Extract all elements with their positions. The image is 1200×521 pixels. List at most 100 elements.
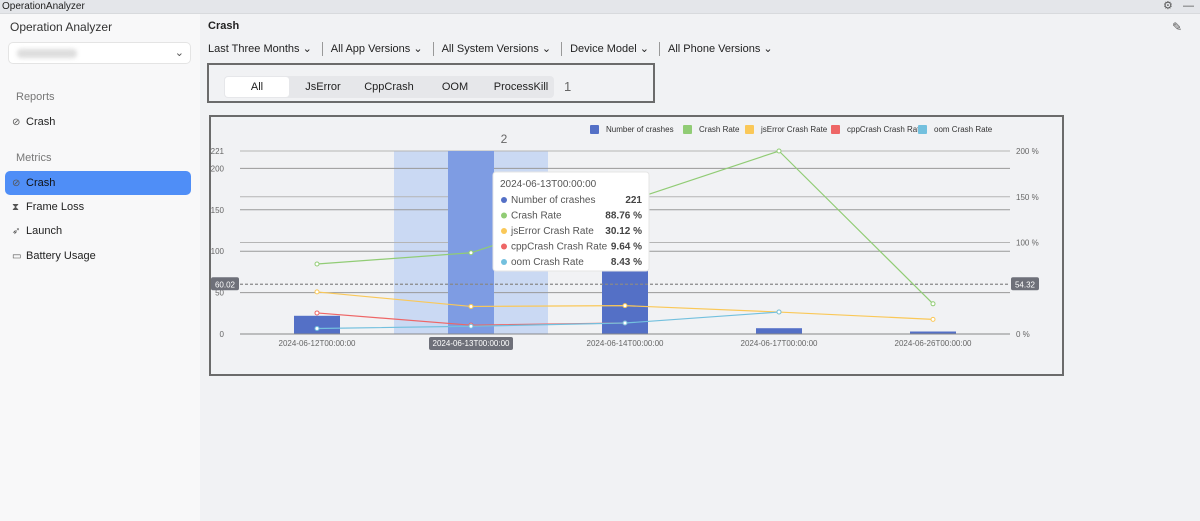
tab-cppcrash[interactable]: CppCrash (357, 77, 421, 97)
data-point (468, 323, 474, 329)
app-title: Operation Analyzer (10, 20, 113, 34)
data-point (930, 301, 936, 307)
minimize-icon[interactable]: — (1183, 0, 1194, 13)
data-point (776, 309, 782, 315)
mark-label-right: 54.32 (1015, 280, 1036, 289)
y-left-tick-label: 0 (220, 330, 225, 339)
main-content: Crash ✎ Last Three Months ⌄ All App Vers… (200, 14, 1188, 521)
sidebar-item-label: Battery Usage (26, 250, 96, 262)
sidebar-item-label: Frame Loss (26, 201, 85, 213)
title-bar: OperationAnalyzer ⚙ — (0, 0, 1200, 14)
data-point (314, 310, 320, 316)
tooltip-series-name: cppCrash Crash Rate (511, 242, 608, 253)
hourglass-icon: ⧗ (12, 202, 20, 213)
tab-oom[interactable]: OOM (423, 77, 487, 97)
legend-swatch (918, 125, 927, 134)
sidebar-item-crash[interactable]: ⊘ Crash (5, 171, 191, 195)
data-point (776, 148, 782, 154)
tooltip-marker (501, 212, 507, 219)
battery-icon: ▭ (12, 251, 22, 262)
page-title: Crash (208, 20, 240, 32)
legend-item: cppCrash Crash Rate (847, 125, 924, 134)
sidebar-item-launch[interactable]: ➶ Launch (5, 219, 191, 243)
tab-processkill[interactable]: ProcessKill (489, 77, 553, 97)
sidebar-item-frame-loss[interactable]: ⧗ Frame Loss (5, 195, 191, 219)
data-point (622, 303, 628, 309)
sidebar-item-label: Launch (26, 225, 63, 237)
bar (294, 315, 340, 334)
reports-heading: Reports (16, 91, 55, 103)
tooltip-value: 9.64 % (611, 242, 642, 253)
crash-icon: ⊘ (12, 117, 21, 128)
annotation-1: 1 (564, 79, 572, 94)
tooltip-series-name: Crash Rate (511, 211, 562, 222)
filter-bar: Last Three Months ⌄ All App Versions ⌄ A… (208, 42, 779, 56)
legend-swatch (590, 125, 599, 134)
legend-item: oom Crash Rate (934, 125, 993, 134)
legend-swatch (745, 125, 754, 134)
tooltip-marker (501, 228, 507, 234)
bar (756, 328, 802, 334)
filter-phone-version[interactable]: All Phone Versions ⌄ (668, 42, 779, 56)
window-title: OperationAnalyzer (2, 1, 85, 12)
y-right-tick-label: 150 % (1016, 193, 1039, 202)
tooltip-series-name: jsError Crash Rate (510, 226, 594, 237)
chart-container: 0 50 100 150 200 221 0 % 100 % 150 % 200 % 60.02 54… (209, 115, 1064, 376)
legend-swatch (683, 125, 692, 134)
sidebar: Operation Analyzer ⌄ Reports ⊘ Crash Metr… (0, 14, 200, 521)
legend-item: jsError Crash Rate (760, 125, 828, 134)
tooltip-value: 30.12 % (605, 226, 642, 237)
crash-icon: ⊘ (12, 178, 21, 189)
tooltip-series-name: oom Crash Rate (511, 257, 584, 268)
y-right-tick-label: 200 % (1016, 147, 1039, 156)
data-point (468, 250, 474, 256)
y-left-tick-label: 200 (211, 164, 225, 173)
y-left-tick-label: 100 (211, 247, 225, 256)
y-left-tick-label: 150 (211, 206, 225, 215)
crash-chart[interactable]: 0501001502002210 %100 %150 %200 %60.02 54… (211, 117, 1062, 374)
crash-type-tabs: All JsError CppCrash OOM ProcessKill (224, 76, 554, 98)
crash-type-tabs-box: All JsError CppCrash OOM ProcessKill 1 (207, 63, 655, 103)
x-tick-label: 2024-06-13T00:00:00 (433, 339, 511, 348)
data-point (314, 261, 320, 267)
tab-jserror[interactable]: JsError (291, 77, 355, 97)
sidebar-item-report-crash[interactable]: ⊘ Crash (5, 110, 191, 134)
scrollbar[interactable] (1188, 14, 1200, 521)
mark-label-left: 60.02 (215, 280, 236, 289)
x-tick-label: 2024-06-17T00:00:00 (741, 339, 819, 348)
project-select[interactable]: ⌄ (8, 42, 191, 64)
tooltip-value: 8.43 % (611, 257, 642, 268)
tooltip-value: 221 (625, 195, 642, 206)
data-point (930, 316, 936, 322)
y-right-tick-label: 100 % (1016, 239, 1039, 248)
rocket-icon: ➶ (12, 226, 21, 237)
edit-icon[interactable]: ✎ (1172, 20, 1182, 34)
gear-icon[interactable]: ⚙ (1163, 0, 1173, 13)
sidebar-item-label: Crash (26, 177, 56, 189)
metrics-heading: Metrics (16, 152, 52, 164)
data-point (314, 326, 320, 332)
x-tick-label: 2024-06-26T00:00:00 (895, 339, 973, 348)
tooltip-marker (501, 259, 507, 265)
y-left-tick-label: 221 (211, 147, 225, 156)
tooltip-value: 88.76 % (605, 211, 642, 222)
tooltip-series-name: Number of crashes (511, 195, 595, 206)
legend-item: Crash Rate (699, 125, 740, 134)
data-point (314, 289, 320, 295)
data-point (468, 303, 474, 309)
legend-swatch (831, 125, 840, 134)
sidebar-item-battery-usage[interactable]: ▭ Battery Usage (5, 244, 191, 268)
tooltip-title: 2024-06-13T00:00:00 (500, 179, 597, 190)
filter-app-version[interactable]: All App Versions ⌄ (331, 42, 429, 56)
filter-system-version[interactable]: All System Versions ⌄ (442, 42, 557, 56)
filter-time-range[interactable]: Last Three Months ⌄ (208, 42, 318, 56)
sidebar-item-label: Crash (26, 116, 56, 128)
annotation-2: 2 (501, 132, 508, 146)
filter-device-model[interactable]: Device Model ⌄ (570, 42, 655, 56)
data-point (622, 320, 628, 326)
tooltip-marker (501, 197, 507, 203)
tab-all[interactable]: All (225, 77, 289, 97)
x-tick-label: 2024-06-12T00:00:00 (279, 339, 357, 348)
y-right-tick-label: 0 % (1016, 330, 1030, 339)
tooltip-marker (501, 243, 507, 250)
